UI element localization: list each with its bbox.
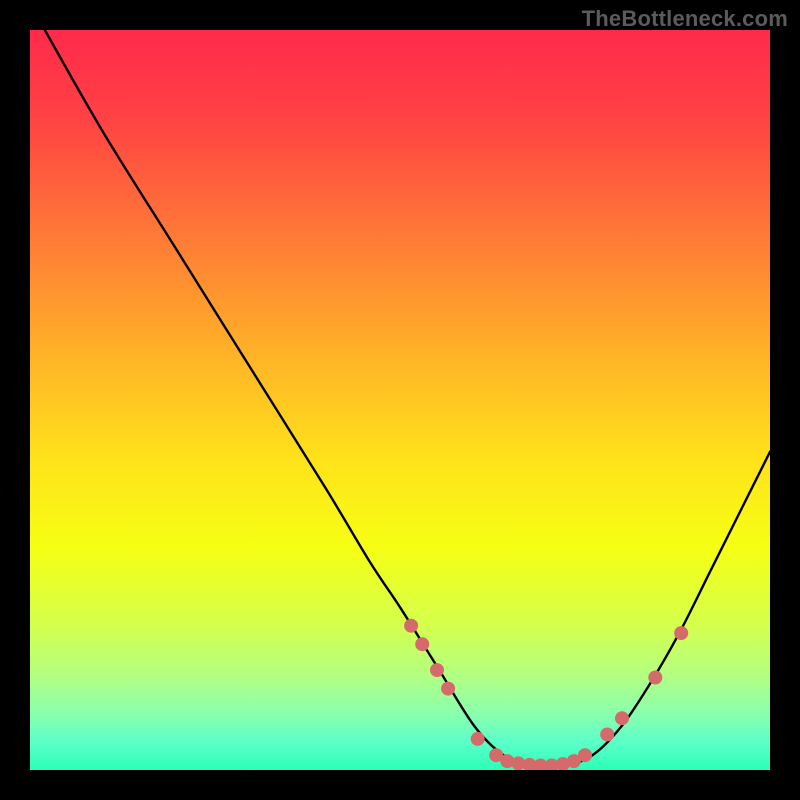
- curve-markers: [404, 619, 688, 770]
- plot-area: [30, 30, 770, 770]
- marker-dot: [430, 663, 444, 677]
- marker-dot: [578, 748, 592, 762]
- marker-dot: [648, 671, 662, 685]
- chart-curve-layer: [30, 30, 770, 770]
- watermark-label: TheBottleneck.com: [582, 6, 788, 32]
- marker-dot: [415, 637, 429, 651]
- marker-dot: [674, 626, 688, 640]
- chart-stage: TheBottleneck.com: [0, 0, 800, 800]
- marker-dot: [471, 732, 485, 746]
- marker-dot: [441, 682, 455, 696]
- bottleneck-curve: [45, 30, 770, 768]
- marker-dot: [404, 619, 418, 633]
- marker-dot: [615, 711, 629, 725]
- marker-dot: [600, 727, 614, 741]
